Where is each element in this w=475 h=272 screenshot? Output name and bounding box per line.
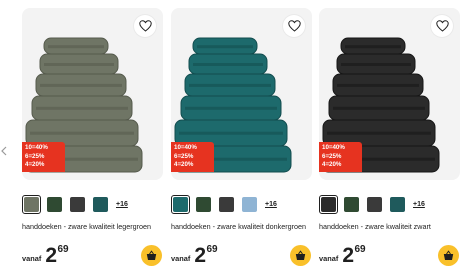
add-to-cart-button[interactable] (141, 245, 162, 266)
promo-badge: 10=40% 6=25% 4=20% (319, 142, 362, 172)
color-swatch[interactable] (342, 195, 361, 214)
product-image[interactable]: 10=40% 6=25% 4=20% (171, 8, 312, 180)
promo-line: 4=20% (25, 161, 45, 169)
favorite-button[interactable] (283, 15, 305, 37)
price-integer: 2 (45, 244, 57, 267)
color-swatch[interactable] (319, 194, 338, 214)
price-integer: 2 (342, 244, 354, 267)
price-prefix: vanaf (171, 254, 191, 263)
color-swatch[interactable] (68, 195, 87, 214)
price-prefix: vanaf (22, 254, 42, 263)
color-swatch[interactable] (365, 195, 384, 214)
more-colors-link[interactable]: +16 (265, 201, 277, 208)
color-swatch[interactable] (388, 195, 407, 214)
product-image[interactable]: 10=40% 6=25% 4=20% (22, 8, 163, 180)
price-decimals: 69 (206, 244, 218, 255)
price: vanaf 2 69 (319, 244, 366, 267)
shopping-basket-icon (146, 250, 157, 260)
promo-line: 6=25% (174, 152, 194, 160)
more-colors-link[interactable]: +16 (413, 201, 425, 208)
color-swatches: +16 (319, 193, 425, 215)
color-swatch[interactable] (240, 195, 259, 214)
product-title[interactable]: handdoeken - zware kwaliteit legergroen (22, 222, 163, 231)
product-image[interactable]: 10=40% 6=25% 4=20% (319, 8, 460, 180)
promo-line: 6=25% (322, 152, 342, 160)
more-colors-link[interactable]: +16 (116, 201, 128, 208)
shopping-basket-icon (295, 250, 306, 260)
heart-outline-icon (435, 20, 449, 32)
product-title[interactable]: handdoeken - zware kwaliteit zwart (319, 222, 460, 231)
promo-line: 10=40% (174, 144, 197, 151)
color-swatches: +16 (171, 193, 277, 215)
add-to-cart-button[interactable] (290, 245, 311, 266)
add-to-cart-button[interactable] (438, 245, 459, 266)
promo-line: 4=20% (174, 161, 194, 169)
promo-badge: 10=40% 6=25% 4=20% (22, 142, 65, 172)
product-card[interactable]: 10=40% 6=25% 4=20% +16 handdoeken - zwar… (171, 8, 312, 270)
favorite-button[interactable] (134, 15, 156, 37)
price-integer: 2 (194, 244, 206, 267)
price-decimals: 69 (354, 244, 366, 255)
price: vanaf 2 69 (171, 244, 218, 267)
color-swatch[interactable] (194, 195, 213, 214)
color-swatch[interactable] (171, 194, 190, 214)
favorite-button[interactable] (431, 15, 453, 37)
color-swatches: +16 (22, 193, 128, 215)
color-swatch[interactable] (217, 195, 236, 214)
price-prefix: vanaf (319, 254, 339, 263)
color-swatch[interactable] (91, 195, 110, 214)
product-card[interactable]: 10=40% 6=25% 4=20% +16 handdoeken - zwar… (22, 8, 163, 270)
product-card[interactable]: 10=40% 6=25% 4=20% +16 handdoeken - zwar… (319, 8, 460, 270)
chevron-left-icon[interactable] (1, 146, 7, 156)
promo-line: 10=40% (322, 144, 345, 151)
promo-line: 10=40% (25, 144, 48, 151)
promo-line: 4=20% (322, 161, 342, 169)
promo-line: 6=25% (25, 152, 45, 160)
promo-badge: 10=40% 6=25% 4=20% (171, 142, 214, 172)
heart-outline-icon (287, 20, 301, 32)
product-title[interactable]: handdoeken - zware kwaliteit donkergroen (171, 222, 312, 231)
price-decimals: 69 (57, 244, 69, 255)
shopping-basket-icon (443, 250, 454, 260)
heart-outline-icon (138, 20, 152, 32)
color-swatch[interactable] (22, 194, 41, 214)
price: vanaf 2 69 (22, 244, 69, 267)
color-swatch[interactable] (45, 195, 64, 214)
